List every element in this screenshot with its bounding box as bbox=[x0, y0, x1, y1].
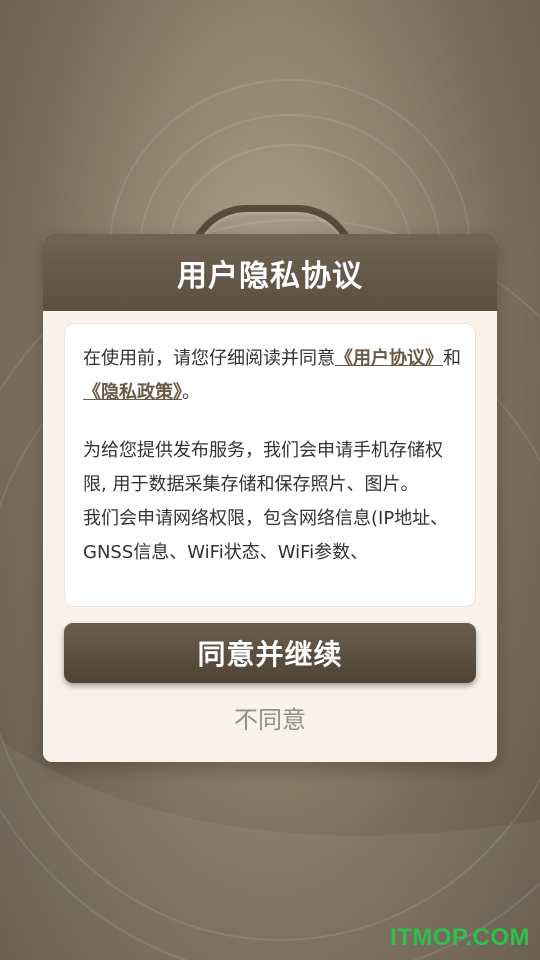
site-watermark: ITMOP.COM bbox=[389, 924, 530, 951]
agree-continue-button[interactable]: 同意并继续 bbox=[64, 623, 476, 683]
agreement-content[interactable]: 在使用前，请您仔细阅读并同意《用户协议》和《隐私政策》。 为给您提供发布服务，我… bbox=[64, 323, 476, 607]
dialog-header: 用户隐私协议 bbox=[43, 234, 497, 311]
privacy-dialog: 用户隐私协议 在使用前，请您仔细阅读并同意《用户协议》和《隐私政策》。 为给您提… bbox=[43, 234, 497, 762]
disagree-button[interactable]: 不同意 bbox=[170, 697, 370, 737]
user-agreement-link[interactable]: 《用户协议》 bbox=[335, 348, 443, 369]
intro-and: 和 bbox=[443, 348, 461, 369]
agree-button-label: 同意并继续 bbox=[197, 638, 343, 671]
storage-paragraph: 为给您提供发布服务，我们会申请手机存储权限, 用于数据采集存储和保存照片、图片。 bbox=[83, 440, 443, 495]
dialog-title: 用户隐私协议 bbox=[177, 258, 363, 294]
agreement-text: 在使用前，请您仔细阅读并同意《用户协议》和《隐私政策》。 为给您提供发布服务，我… bbox=[65, 324, 475, 570]
intro-suffix: 。 bbox=[182, 382, 200, 403]
intro-prefix: 在使用前，请您仔细阅读并同意 bbox=[83, 348, 335, 369]
privacy-policy-link[interactable]: 《隐私政策》 bbox=[83, 382, 182, 403]
intro-paragraph: 在使用前，请您仔细阅读并同意《用户协议》和《隐私政策》。 bbox=[83, 342, 461, 410]
network-paragraph: 我们会申请网络权限，包含网络信息(IP地址、GNSS信息、WiFi状态、WiFi… bbox=[83, 508, 449, 563]
disagree-button-label: 不同意 bbox=[234, 705, 306, 734]
